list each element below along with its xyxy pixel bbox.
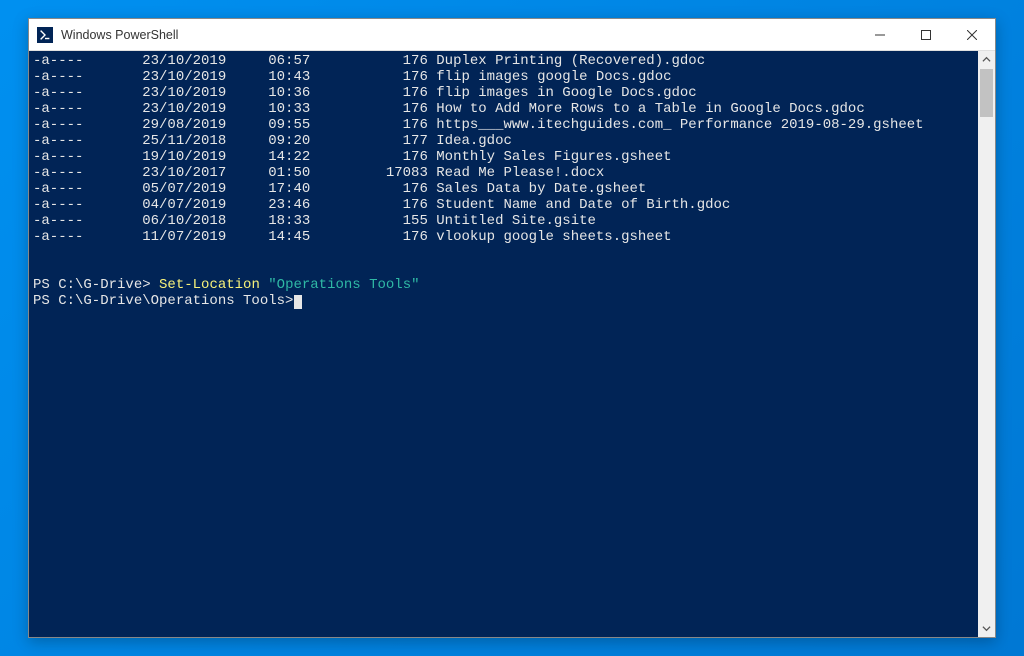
file-row: -a---- 29/08/2019 09:55 176 https___www.… bbox=[33, 117, 974, 133]
file-row: -a---- 23/10/2019 10:36 176 flip images … bbox=[33, 85, 974, 101]
file-row: -a---- 19/10/2019 14:22 176 Monthly Sale… bbox=[33, 149, 974, 165]
prompt-line-1: PS C:\G-Drive> Set-Location "Operations … bbox=[33, 277, 974, 293]
file-row: -a---- 23/10/2019 10:33 176 How to Add M… bbox=[33, 101, 974, 117]
file-row: -a---- 23/10/2019 06:57 176 Duplex Print… bbox=[33, 53, 974, 69]
titlebar[interactable]: Windows PowerShell bbox=[29, 19, 995, 51]
maximize-button[interactable] bbox=[903, 19, 949, 50]
window-title: Windows PowerShell bbox=[61, 28, 857, 42]
cursor bbox=[294, 295, 302, 309]
close-button[interactable] bbox=[949, 19, 995, 50]
file-row: -a---- 04/07/2019 23:46 176 Student Name… bbox=[33, 197, 974, 213]
cmdlet: Set-Location bbox=[159, 277, 260, 293]
file-row: -a---- 06/10/2018 18:33 155 Untitled Sit… bbox=[33, 213, 974, 229]
file-row: -a---- 11/07/2019 14:45 176 vlookup goog… bbox=[33, 229, 974, 245]
scroll-down-icon[interactable] bbox=[978, 620, 995, 637]
terminal-output[interactable]: -a---- 23/10/2019 06:57 176 Duplex Print… bbox=[29, 51, 978, 637]
vertical-scrollbar[interactable] bbox=[978, 51, 995, 637]
file-row: -a---- 25/11/2018 09:20 177 Idea.gdoc bbox=[33, 133, 974, 149]
minimize-button[interactable] bbox=[857, 19, 903, 50]
prompt-line-2[interactable]: PS C:\G-Drive\Operations Tools> bbox=[33, 293, 974, 309]
scroll-up-icon[interactable] bbox=[978, 51, 995, 68]
powershell-window: Windows PowerShell -a---- 23/10/2019 06:… bbox=[28, 18, 996, 638]
terminal-area: -a---- 23/10/2019 06:57 176 Duplex Print… bbox=[29, 51, 995, 637]
prompt-prefix: PS C:\G-Drive\Operations Tools> bbox=[33, 293, 293, 309]
cmd-arg: "Operations Tools" bbox=[268, 277, 419, 293]
prompt-prefix: PS C:\G-Drive> bbox=[33, 277, 159, 293]
file-row: -a---- 23/10/2017 01:50 17083 Read Me Pl… bbox=[33, 165, 974, 181]
file-row: -a---- 23/10/2019 10:43 176 flip images … bbox=[33, 69, 974, 85]
blank-line bbox=[33, 245, 974, 261]
blank-line bbox=[33, 261, 974, 277]
file-row: -a---- 05/07/2019 17:40 176 Sales Data b… bbox=[33, 181, 974, 197]
scroll-thumb[interactable] bbox=[980, 69, 993, 117]
powershell-icon bbox=[37, 27, 53, 43]
window-controls bbox=[857, 19, 995, 50]
